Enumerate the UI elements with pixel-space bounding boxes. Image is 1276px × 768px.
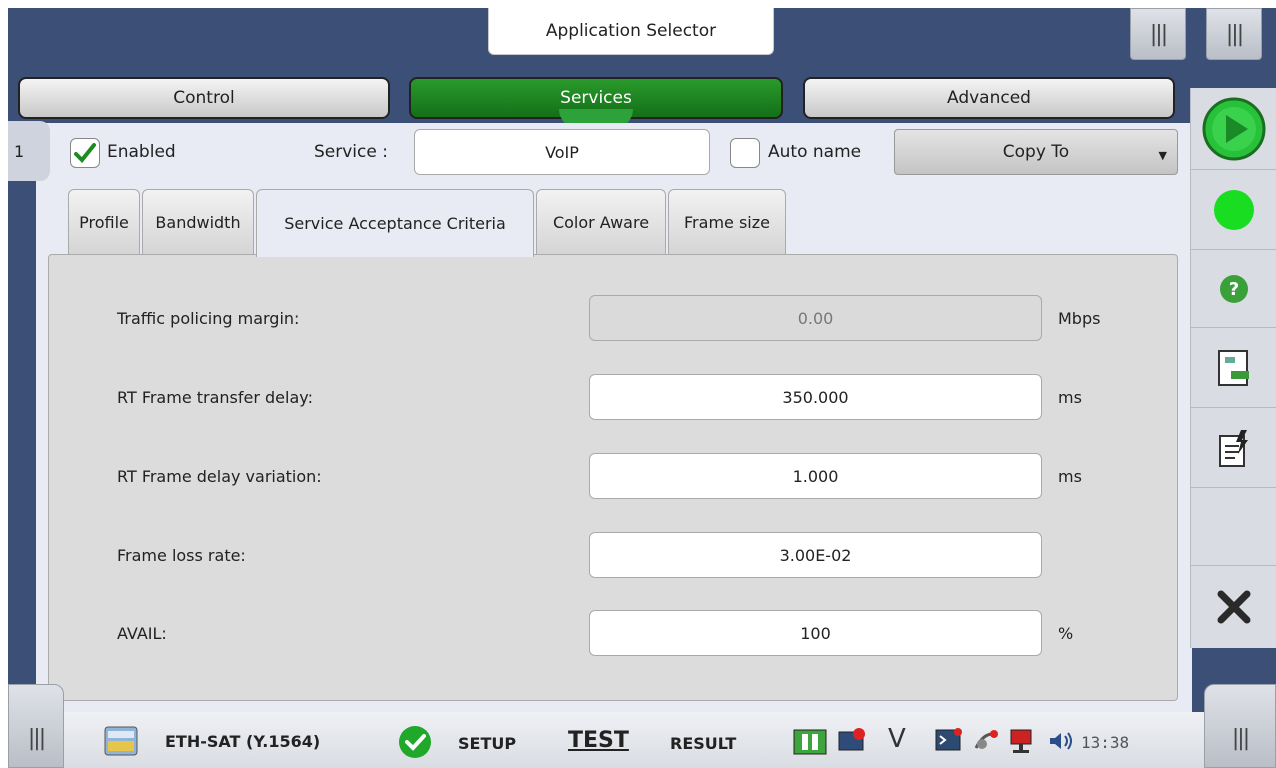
svg-text:?: ?: [1229, 279, 1239, 300]
grip-handle-icon[interactable]: |||: [1204, 684, 1276, 768]
help-button[interactable]: ?: [1191, 250, 1276, 328]
grip-handle-icon[interactable]: |||: [8, 684, 64, 768]
field-label: AVAIL:: [117, 624, 167, 643]
copy-to-button[interactable]: Copy To ▼: [894, 129, 1178, 175]
app-window: Application Selector ||| ||| Control Ser…: [8, 8, 1276, 768]
tab-control[interactable]: Control: [18, 77, 390, 119]
report-button[interactable]: [1191, 328, 1276, 408]
setup-ok-icon: [399, 726, 431, 758]
subtab-bandwidth[interactable]: Bandwidth: [142, 189, 254, 255]
enabled-label: Enabled: [107, 142, 176, 162]
field-unit: Mbps: [1058, 309, 1101, 328]
criteria-content: Traffic policing margin: 0.00 Mbps RT Fr…: [48, 254, 1178, 701]
empty-slot: [1191, 488, 1276, 566]
grip-handle-icon[interactable]: |||: [1206, 8, 1262, 60]
close-icon: [1217, 590, 1251, 624]
auto-name-label: Auto name: [768, 142, 862, 162]
dropdown-arrow-icon: ▼: [1158, 149, 1167, 162]
v-indicator[interactable]: V: [888, 724, 906, 754]
video-icon[interactable]: [837, 726, 867, 754]
field-label: Frame loss rate:: [117, 546, 246, 565]
service-label: Service :: [314, 142, 388, 162]
service-name-input[interactable]: VoIP: [414, 129, 710, 175]
test-button[interactable]: TEST: [568, 728, 629, 753]
field-label: RT Frame transfer delay:: [117, 388, 313, 407]
field-unit: ms: [1058, 388, 1082, 407]
eth-sat-app-icon: [104, 726, 138, 756]
field-unit: ms: [1058, 467, 1082, 486]
subtab-color-aware[interactable]: Color Aware: [536, 189, 666, 255]
service-number-tab[interactable]: 1: [8, 121, 50, 181]
copy-to-label: Copy To: [1002, 142, 1070, 162]
right-toolbar: ?: [1190, 88, 1276, 648]
rt-frame-delay-variation-input[interactable]: 1.000: [589, 453, 1042, 499]
setup-button[interactable]: SETUP: [458, 734, 516, 753]
frame-loss-rate-input[interactable]: 3.00E-02: [589, 532, 1042, 578]
network-icon[interactable]: [1008, 726, 1034, 754]
enabled-checkbox[interactable]: [70, 138, 100, 168]
tab-services[interactable]: Services: [409, 77, 783, 119]
satellite-icon[interactable]: [972, 726, 1000, 754]
result-button[interactable]: RESULT: [670, 734, 736, 753]
terminal-icon[interactable]: [934, 726, 964, 754]
application-selector-tab[interactable]: Application Selector: [488, 8, 774, 55]
grip-handle-icon[interactable]: |||: [1130, 8, 1186, 60]
script-button[interactable]: [1191, 408, 1276, 488]
status-led-icon: [1214, 189, 1254, 230]
status-bar: ETH-SAT (Y.1564) SETUP TEST RESULT V 13:…: [8, 712, 1276, 768]
traffic-policing-margin-input: 0.00: [589, 295, 1042, 341]
subtab-service-acceptance-criteria[interactable]: Service Acceptance Criteria: [256, 189, 534, 257]
close-button[interactable]: [1191, 566, 1276, 648]
rt-frame-transfer-delay-input[interactable]: 350.000: [589, 374, 1042, 420]
subtab-profile[interactable]: Profile: [68, 189, 140, 255]
subtab-frame-size[interactable]: Frame size: [668, 189, 786, 255]
app-name-label[interactable]: ETH-SAT (Y.1564): [165, 732, 320, 751]
field-unit: %: [1058, 624, 1074, 643]
field-label: Traffic policing margin:: [117, 309, 300, 328]
script-icon: [1219, 429, 1248, 467]
tab-advanced[interactable]: Advanced: [803, 77, 1175, 119]
report-icon: [1218, 349, 1249, 386]
play-icon: [1202, 97, 1266, 160]
auto-name-checkbox[interactable]: [730, 138, 760, 168]
field-label: RT Frame delay variation:: [117, 467, 322, 486]
port-status-icon[interactable]: [793, 726, 827, 756]
checkmark-icon: [74, 143, 96, 163]
clock: 13:38: [1081, 733, 1130, 752]
volume-icon[interactable]: [1048, 730, 1074, 752]
start-test-button[interactable]: [1191, 88, 1276, 170]
help-icon: ?: [1220, 274, 1248, 303]
status-indicator: [1191, 170, 1276, 250]
avail-input[interactable]: 100: [589, 610, 1042, 656]
